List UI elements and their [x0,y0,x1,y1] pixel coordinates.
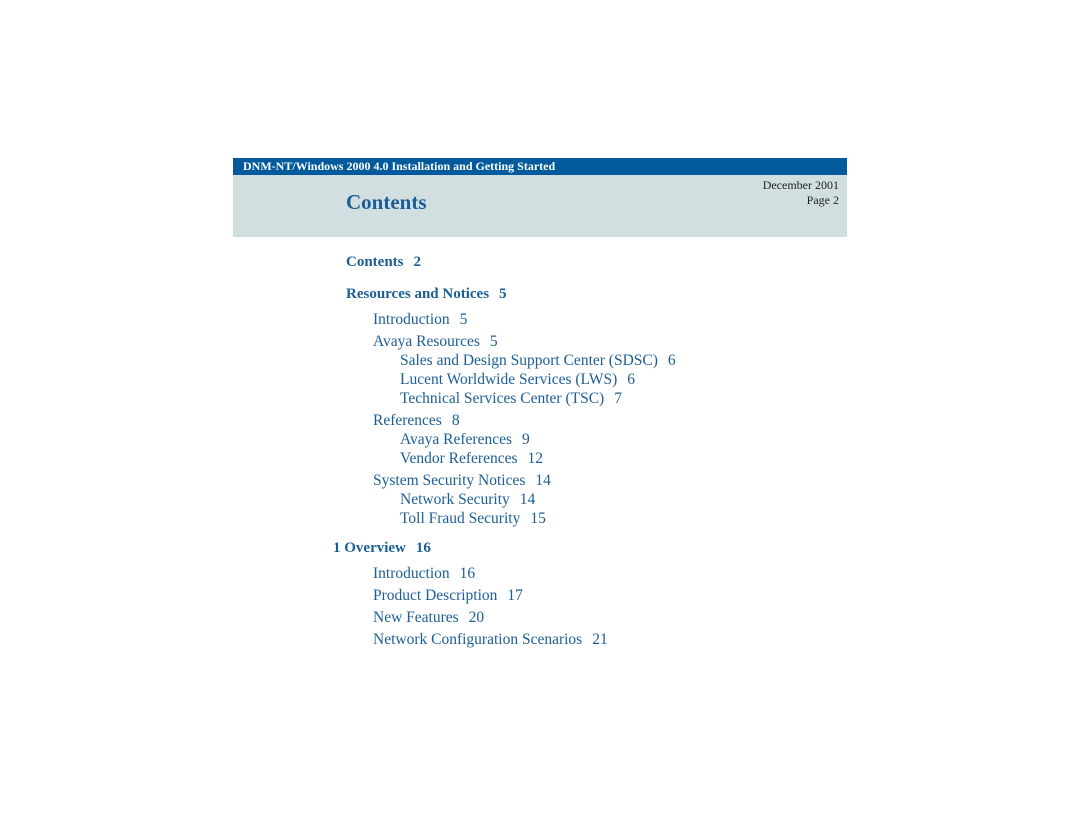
toc-entry-page: 21 [592,631,608,648]
toc-entry[interactable]: 1 Overview 16 [333,540,431,557]
toc-entry-page: 16 [459,565,476,582]
toc-entry-title: Product Description [373,587,498,604]
toc-entry-page: 17 [507,587,523,604]
toc-entry-page: 9 [522,431,530,448]
toc-entry[interactable]: Vendor References 12 [400,450,543,468]
toc-entry-page: 7 [614,390,622,407]
toc-entry-page: 6 [667,352,676,369]
toc-entry[interactable]: Sales and Design Support Center (SDSC) 6 [400,352,676,370]
toc-entry-page: 20 [468,609,485,626]
toc-entry-title: Avaya Resources [373,333,480,350]
toc-entry-page: 14 [535,472,551,489]
toc-entry[interactable]: Network Security 14 [400,491,535,509]
toc-entry[interactable]: Avaya References 9 [400,431,530,449]
toc-entry-title: Introduction [373,565,450,582]
toc-entry-title: Introduction [373,311,450,328]
toc-entry-page: 5 [459,311,468,328]
page-title: Contents [346,190,427,214]
toc-entry-title: 1 Overview [333,540,406,556]
toc-entry[interactable]: Lucent Worldwide Services (LWS) 6 [400,371,635,389]
toc-entry-title: Sales and Design Support Center (SDSC) [400,352,658,369]
toc-entry[interactable]: Product Description 17 [373,587,523,605]
toc-entry-page: 6 [627,371,636,388]
toc-entry-title: Network Security [400,491,510,508]
toc-entry-page: 5 [499,286,507,302]
toc-entry-page: 2 [413,254,422,270]
toc-entry-title: Vendor References [400,450,518,467]
toc-entry[interactable]: Network Configuration Scenarios 21 [373,631,608,649]
toc-entry[interactable]: System Security Notices 14 [373,472,551,490]
toc-entry-page: 15 [530,510,546,527]
toc-entry-title: Contents [346,254,404,270]
toc-entry-title: System Security Notices [373,472,526,489]
toc-entry[interactable]: Technical Services Center (TSC) 7 [400,390,622,408]
toc-entry[interactable]: New Features 20 [373,609,484,627]
toc-entry-title: References [373,412,442,429]
document-date: December 2001 [762,178,839,192]
toc-entry[interactable]: Introduction 5 [373,311,467,329]
document-title: DNM-NT/Windows 2000 4.0 Installation and… [243,159,556,173]
toc-entry-page: 8 [451,412,460,429]
toc-entry-title: New Features [373,609,459,626]
toc-entry-page: 14 [519,491,536,508]
toc-entry[interactable]: Resources and Notices 5 [346,286,507,303]
page-number: Page 2 [806,193,839,207]
toc-entry[interactable]: Introduction 16 [373,565,475,583]
toc-entry[interactable]: Avaya Resources 5 [373,333,498,351]
toc-entry-page: 16 [415,540,431,556]
toc-entry[interactable]: Contents 2 [346,254,421,271]
toc-entry-title: Resources and Notices [346,286,490,302]
toc-entry-page: 5 [489,333,498,350]
toc-entry-page: 12 [527,450,543,467]
toc-entry-title: Avaya References [400,431,513,448]
toc-entry[interactable]: Toll Fraud Security 15 [400,510,546,528]
title-panel: Contents December 2001 Page 2 [233,175,847,237]
toc-entry-title: Lucent Worldwide Services (LWS) [400,371,618,388]
toc-entry[interactable]: References 8 [373,412,460,430]
toc-entry-title: Toll Fraud Security [400,510,521,527]
document-header-bar: DNM-NT/Windows 2000 4.0 Installation and… [233,158,847,175]
toc-entry-title: Network Configuration Scenarios [373,631,583,648]
toc-entry-title: Technical Services Center (TSC) [400,390,605,407]
